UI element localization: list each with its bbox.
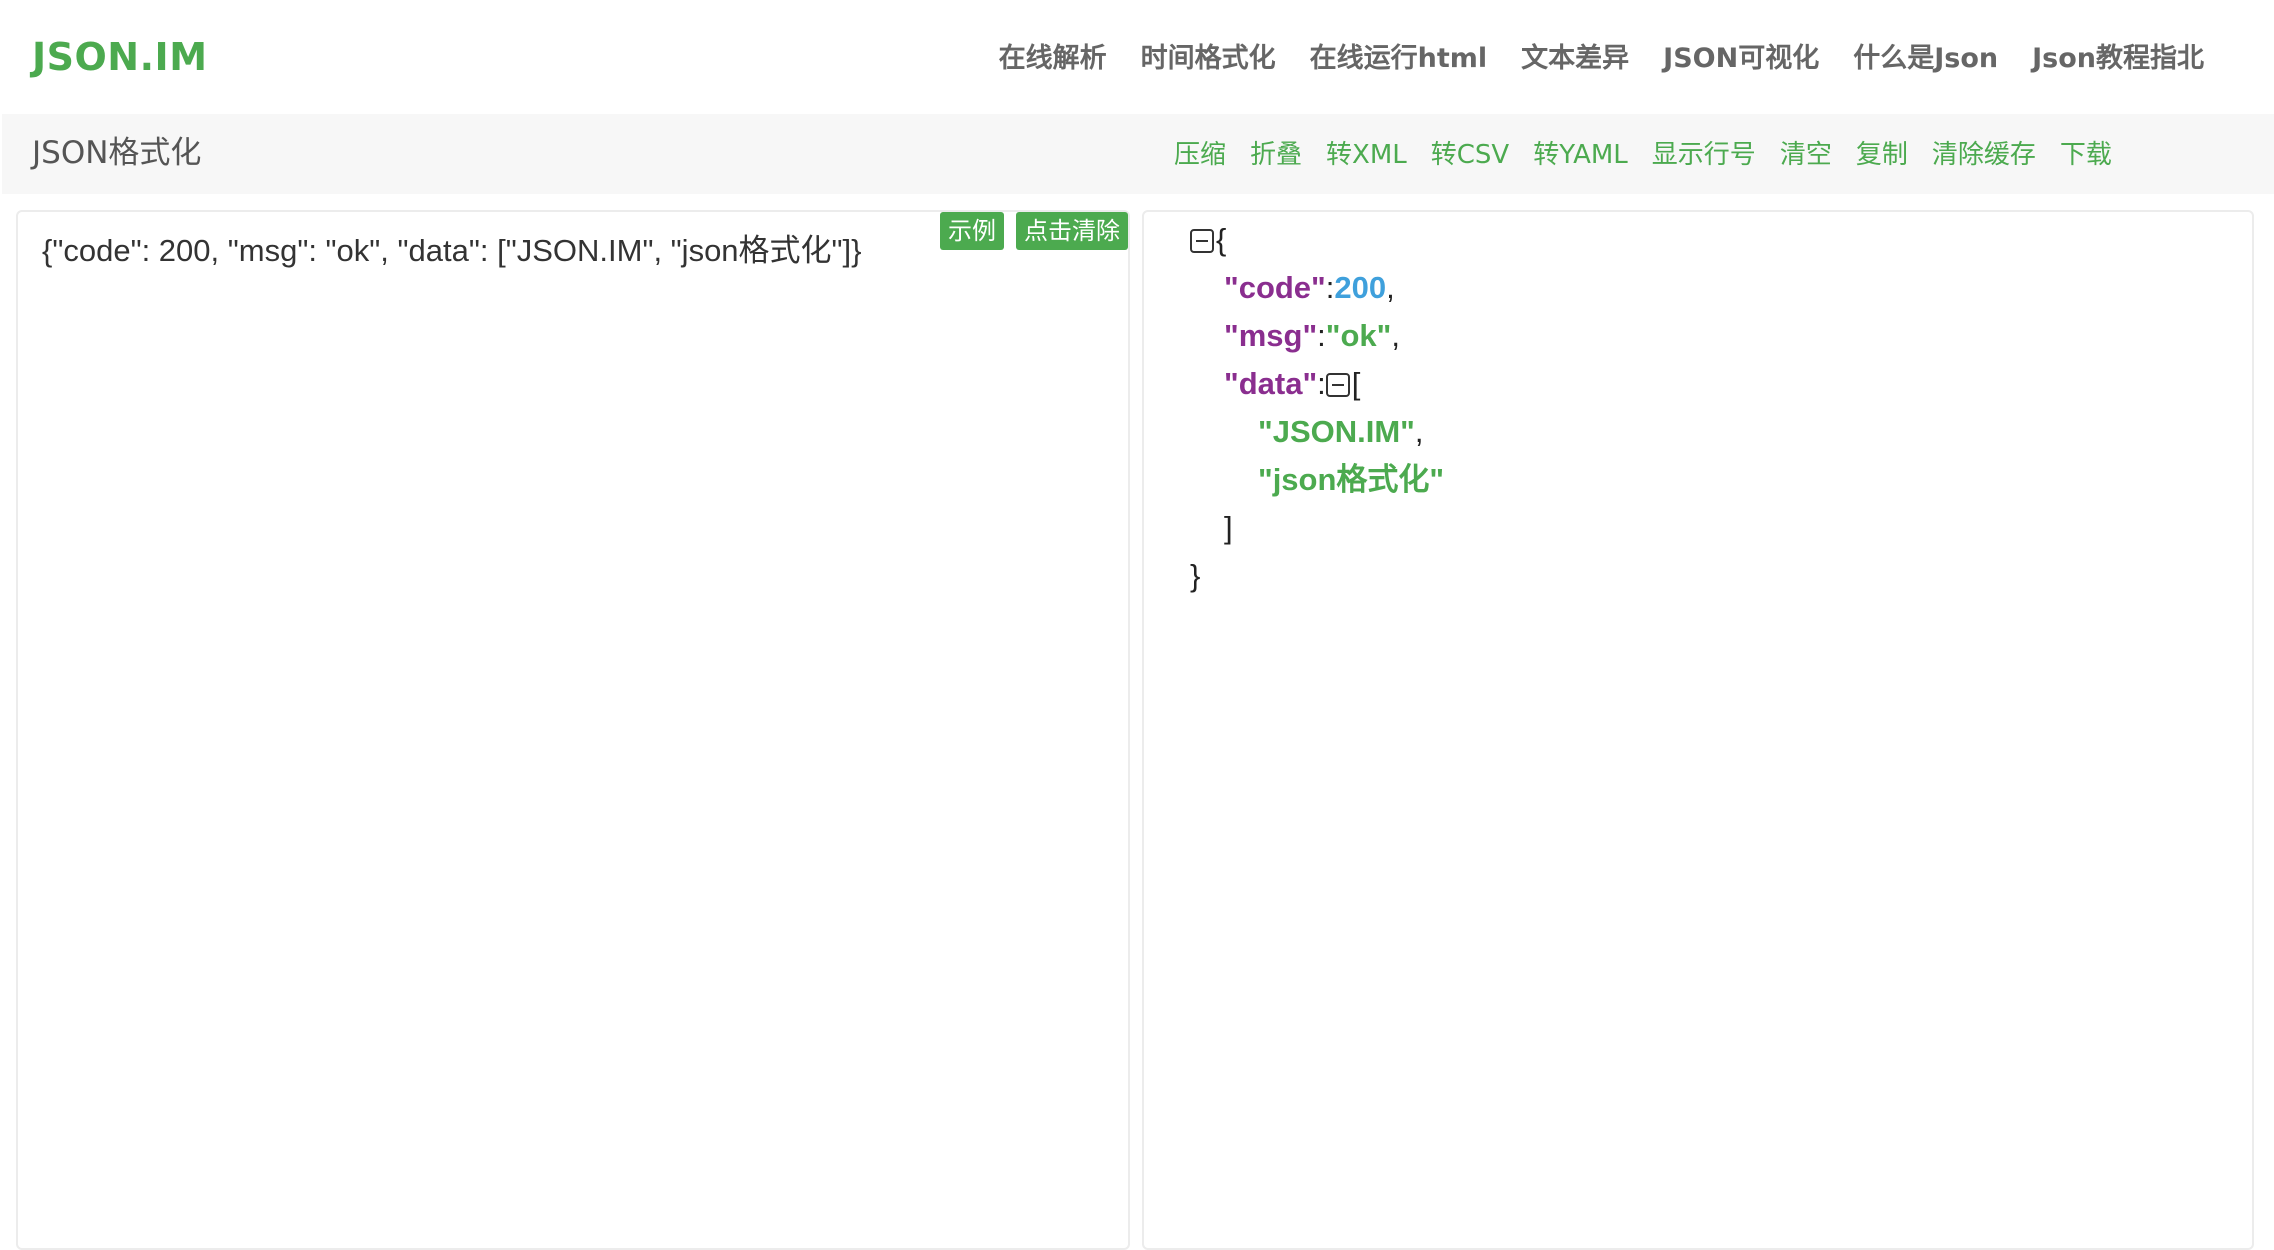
comma: , <box>1414 414 1424 449</box>
collapse-link[interactable]: 折叠 <box>1250 132 1302 178</box>
comma: , <box>1386 270 1395 305</box>
site-logo[interactable]: JSON.IM <box>32 30 208 84</box>
action-links: 压缩 折叠 转XML 转CSV 转YAML 显示行号 清空 复制 清除缓存 下载 <box>1174 132 2112 178</box>
close-bracket: ] <box>1224 510 1233 545</box>
json-key: "msg" <box>1224 318 1318 353</box>
tree-array-item: "JSON.IM", <box>1190 408 1444 456</box>
nav-run-html[interactable]: 在线运行html <box>1310 34 1488 84</box>
output-panel: { "code":200, "msg":"ok", "data":[ "JSON… <box>1142 210 2254 1250</box>
collapse-toggle-icon[interactable] <box>1325 373 1350 397</box>
collapse-toggle-icon[interactable] <box>1190 229 1214 253</box>
open-brace: { <box>1216 222 1227 257</box>
json-string-value: "ok" <box>1325 318 1392 353</box>
to-yaml-link[interactable]: 转YAML <box>1533 132 1628 178</box>
nav-what-is-json[interactable]: 什么是Json <box>1853 34 1998 84</box>
nav-text-diff[interactable]: 文本差异 <box>1521 34 1629 84</box>
nav-json-visualize[interactable]: JSON可视化 <box>1663 34 1819 84</box>
download-link[interactable]: 下载 <box>2060 132 2112 178</box>
tree-row-msg: "msg":"ok", <box>1190 312 1444 360</box>
tree-array-item: "json格式化" <box>1190 456 1444 504</box>
nav-json-tutorial[interactable]: Json教程指北 <box>2032 34 2204 84</box>
json-key: "code" <box>1224 270 1326 305</box>
tree-row-data: "data": [ <box>1190 360 1444 408</box>
top-header: JSON.IM 在线解析 时间格式化 在线运行html 文本差异 JSON可视化… <box>0 0 2274 114</box>
input-buttons: 示例 点击清除 <box>940 212 1128 250</box>
json-input[interactable]: {"code": 200, "msg": "ok", "data": ["JSO… <box>18 212 1128 1248</box>
main-nav: 在线解析 时间格式化 在线运行html 文本差异 JSON可视化 什么是Json… <box>999 34 2204 84</box>
tool-bar: JSON格式化 压缩 折叠 转XML 转CSV 转YAML 显示行号 清空 复制… <box>2 114 2274 194</box>
json-string-value: "json格式化" <box>1258 462 1445 497</box>
example-button[interactable]: 示例 <box>940 212 1004 250</box>
tree-array-close: ] <box>1190 504 1444 552</box>
page-title: JSON格式化 <box>32 135 202 171</box>
tree-root-open: { <box>1190 216 1444 264</box>
json-number-value: 200 <box>1334 270 1387 305</box>
show-line-numbers-link[interactable]: 显示行号 <box>1652 132 1756 178</box>
open-bracket: [ <box>1351 366 1361 401</box>
to-csv-link[interactable]: 转CSV <box>1431 132 1509 178</box>
clear-input-button[interactable]: 点击清除 <box>1016 212 1128 250</box>
json-string-value: "JSON.IM" <box>1258 414 1415 449</box>
copy-link[interactable]: 复制 <box>1856 132 1908 178</box>
compress-link[interactable]: 压缩 <box>1174 132 1226 178</box>
tree-root-close: } <box>1190 552 1444 600</box>
comma: , <box>1391 318 1400 353</box>
nav-online-parse[interactable]: 在线解析 <box>999 34 1107 84</box>
to-xml-link[interactable]: 转XML <box>1326 132 1407 178</box>
tree-row-code: "code":200, <box>1190 264 1444 312</box>
close-brace: } <box>1190 558 1201 593</box>
json-key: "data" <box>1224 366 1318 401</box>
json-tree: { "code":200, "msg":"ok", "data":[ "JSON… <box>1190 216 1444 600</box>
colon: : <box>1317 318 1326 353</box>
clear-link[interactable]: 清空 <box>1780 132 1832 178</box>
nav-time-format[interactable]: 时间格式化 <box>1141 34 1276 84</box>
input-panel: {"code": 200, "msg": "ok", "data": ["JSO… <box>16 210 1130 1250</box>
clear-cache-link[interactable]: 清除缓存 <box>1932 132 2036 178</box>
colon: : <box>1317 366 1326 401</box>
